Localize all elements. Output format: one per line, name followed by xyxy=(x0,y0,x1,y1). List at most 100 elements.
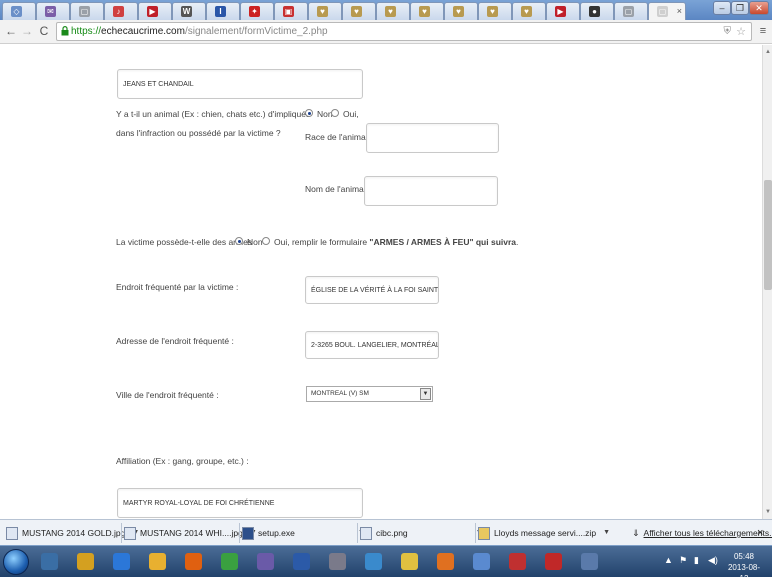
taskbar-app-11[interactable] xyxy=(394,549,424,575)
volume-icon[interactable]: ◀) xyxy=(708,555,718,566)
scroll-thumb[interactable] xyxy=(764,180,772,290)
tab-icon-18: ● xyxy=(589,6,600,17)
scroll-down-icon[interactable]: ▼ xyxy=(763,507,772,517)
minimize-button[interactable]: – xyxy=(713,1,731,15)
forward-icon[interactable]: → xyxy=(20,24,34,38)
reload-icon[interactable]: C xyxy=(37,24,51,38)
browser-tab[interactable]: ♥ xyxy=(410,2,444,20)
animal-race-input[interactable] xyxy=(366,123,499,153)
address-bar[interactable]: https://echecaucrime.com/signalement/for… xyxy=(56,22,752,41)
tab-icon-1: ◇ xyxy=(11,6,22,17)
divider xyxy=(121,523,122,543)
taskbar-app-3[interactable] xyxy=(106,549,136,575)
browser-tab[interactable]: ✦ xyxy=(240,2,274,20)
app-icon xyxy=(473,553,490,570)
start-button[interactable] xyxy=(3,549,29,575)
tab-icon-2: ✉ xyxy=(45,6,56,17)
tab-icon-17: ▶ xyxy=(555,6,566,17)
dropdown-arrow-icon[interactable]: ▼ xyxy=(420,388,431,400)
taskbar-app-4[interactable] xyxy=(142,549,172,575)
browser-tab[interactable]: I xyxy=(206,2,240,20)
taskbar-app-16[interactable] xyxy=(574,549,604,575)
weapons-form-name: "ARMES / ARMES À FEU" qui suivra xyxy=(369,237,517,247)
download-item[interactable]: MUSTANG 2014 WHI....jpg▼ xyxy=(124,523,257,543)
bookmark-star-icon[interactable]: ☆ xyxy=(736,25,746,38)
close-tab-icon[interactable]: × xyxy=(677,6,682,16)
browser-tab[interactable]: ♥ xyxy=(342,2,376,20)
installer-icon xyxy=(242,527,254,541)
weapons-no-radio[interactable] xyxy=(235,237,243,245)
affiliation-input[interactable]: MARTYR ROYAL-LOYAL DE FOI CHRÉTIENNE xyxy=(117,488,363,518)
taskbar-app-2[interactable] xyxy=(70,549,100,575)
active-tab[interactable]: ▢ × xyxy=(648,2,686,20)
close-shelf-button[interactable]: × xyxy=(757,523,763,543)
browser-tab[interactable]: ▢ xyxy=(614,2,648,20)
taskbar-app-7[interactable] xyxy=(250,549,280,575)
app-icon xyxy=(329,553,346,570)
taskbar-app-6[interactable] xyxy=(214,549,244,575)
app-icon xyxy=(365,553,382,570)
address-input[interactable]: 2-3265 BOUL. LANGELIER, MONTRÉAL (QUÉBE xyxy=(305,331,439,359)
browser-tab[interactable]: ● xyxy=(580,2,614,20)
clock[interactable]: 05:48 2013-08-12 xyxy=(724,551,764,584)
taskbar-app-10[interactable] xyxy=(358,549,388,575)
taskbar-app-8[interactable] xyxy=(286,549,316,575)
app-icon xyxy=(437,553,454,570)
app-icon xyxy=(257,553,274,570)
city-select[interactable]: MONTREAL (V) SM ▼ xyxy=(306,386,433,402)
browser-tab[interactable]: ♪ xyxy=(104,2,138,20)
browser-tab[interactable]: W xyxy=(172,2,206,20)
download-item[interactable]: Lloyds message servi....zip ▼ xyxy=(478,523,610,543)
browser-tab[interactable]: ◇ xyxy=(2,2,36,20)
download-item[interactable]: setup.exe▼ xyxy=(242,523,365,543)
taskbar-app-1[interactable] xyxy=(34,549,64,575)
chevron-down-icon[interactable]: ▼ xyxy=(603,523,610,543)
taskbar-app-14[interactable] xyxy=(502,549,532,575)
page-scrollbar[interactable]: ▲ ▼ xyxy=(762,45,772,519)
browser-tab[interactable]: ♥ xyxy=(308,2,342,20)
browser-tab[interactable]: ♥ xyxy=(512,2,546,20)
taskbar-app-12[interactable] xyxy=(430,549,460,575)
animal-no-radio[interactable] xyxy=(305,109,313,117)
browser-tab[interactable]: ✉ xyxy=(36,2,70,20)
close-window-button[interactable]: ✕ xyxy=(749,1,769,15)
taskbar-app-9[interactable] xyxy=(322,549,352,575)
browser-tab[interactable]: ▢ xyxy=(70,2,104,20)
app-icon xyxy=(581,553,598,570)
download-item[interactable]: cibc.png▼ xyxy=(360,523,483,543)
tab-icon-10: ♥ xyxy=(317,6,328,17)
place-input[interactable]: ÉGLISE DE LA VÉRITÉ À LA FOI SAINTE POUR… xyxy=(305,276,439,304)
app-icon xyxy=(149,553,166,570)
taskbar-app-15[interactable] xyxy=(538,549,568,575)
animal-question-line1: Y a t-il un animal (Ex : chien, chats et… xyxy=(116,109,311,119)
menu-icon[interactable]: ≡ xyxy=(756,24,770,38)
tab-icon-4: ♪ xyxy=(113,6,124,17)
shield-icon[interactable]: ⛨ xyxy=(724,26,732,37)
flag-icon[interactable]: ⚑ xyxy=(679,555,687,566)
download-item[interactable]: MUSTANG 2014 GOLD.jpg▼ xyxy=(6,523,139,543)
weapons-yes-radio[interactable] xyxy=(262,237,270,245)
animal-yes-radio[interactable] xyxy=(331,109,339,117)
back-icon[interactable]: ← xyxy=(4,24,18,38)
address-label: Adresse de l'endroit fréquenté : xyxy=(116,336,234,346)
taskbar-app-13[interactable] xyxy=(466,549,496,575)
show-all-downloads-link[interactable]: ⇓ Afficher tous les téléchargements... xyxy=(632,523,772,543)
browser-tab[interactable]: ▣ xyxy=(274,2,308,20)
browser-tab[interactable]: ▶ xyxy=(546,2,580,20)
browser-tab[interactable]: ▶ xyxy=(138,2,172,20)
browser-tab[interactable]: ♥ xyxy=(478,2,512,20)
tray-arrow-icon[interactable]: ▲ xyxy=(664,555,673,565)
taskbar-app-5[interactable] xyxy=(178,549,208,575)
weapons-question: La victime possède-t-elle des armes xyxy=(116,237,253,247)
browser-tab[interactable]: ♥ xyxy=(444,2,478,20)
tab-icon-13: ♥ xyxy=(419,6,430,17)
browser-tab[interactable]: ♥ xyxy=(376,2,410,20)
image-file-icon xyxy=(360,527,372,541)
maximize-button[interactable]: ❐ xyxy=(731,1,749,15)
animal-name-input[interactable] xyxy=(364,176,498,206)
affiliation-label: Affiliation (Ex : gang, groupe, etc.) : xyxy=(116,456,249,466)
clothing-field[interactable]: JEANS ET CHANDAIL xyxy=(117,69,363,99)
animal-name-label: Nom de l'animal : xyxy=(305,184,371,194)
scroll-up-icon[interactable]: ▲ xyxy=(763,47,772,57)
network-icon[interactable]: ▮ xyxy=(694,555,699,566)
